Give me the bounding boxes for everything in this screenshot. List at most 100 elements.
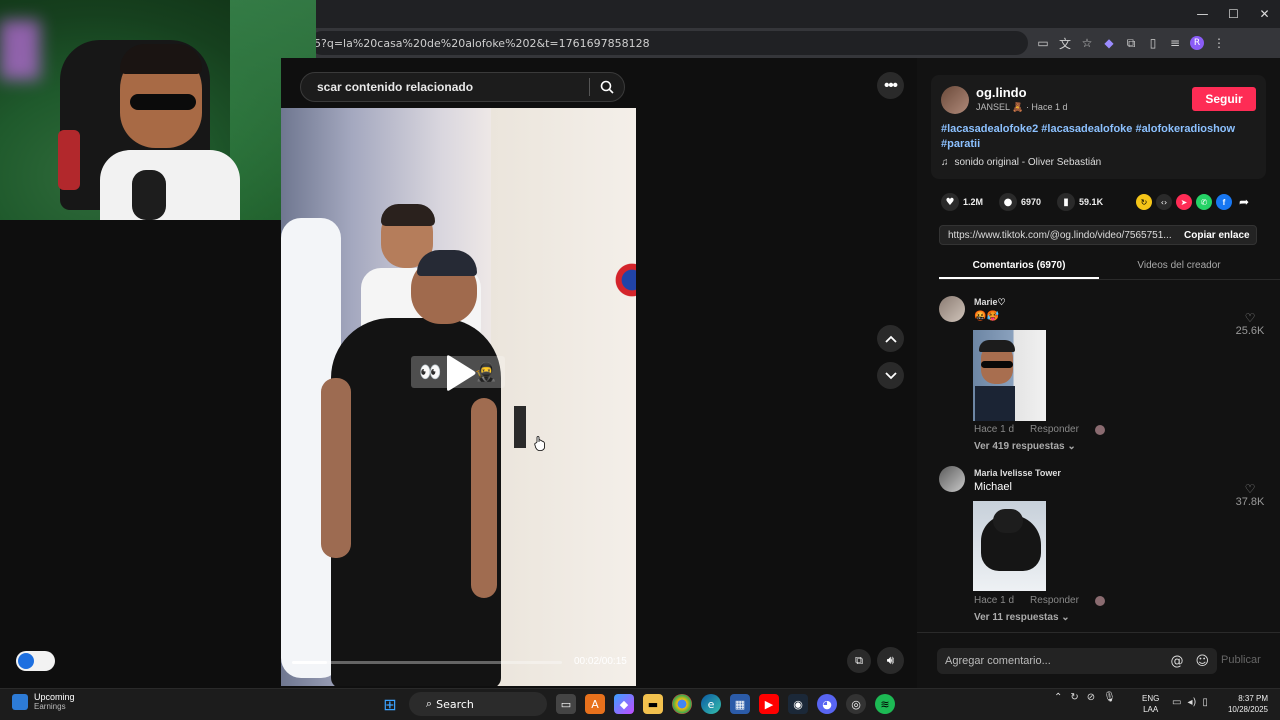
creator-username[interactable]: og.lindo bbox=[976, 85, 1027, 100]
tray-status: ▭ ◂) ▯ bbox=[1172, 697, 1208, 708]
tab-comments[interactable]: Comentarios (6970) bbox=[939, 256, 1099, 279]
video-player[interactable] bbox=[281, 108, 636, 686]
widget-subtitle: Earnings bbox=[34, 702, 66, 711]
miniplayer-icon: ⧉ bbox=[855, 654, 863, 667]
whatsapp-icon[interactable]: ✆ bbox=[1196, 194, 1212, 210]
mic-icon[interactable]: 🎙︎ bbox=[1103, 692, 1116, 703]
send-icon[interactable]: ➤ bbox=[1176, 194, 1192, 210]
maximize-button[interactable]: ☐ bbox=[1218, 0, 1249, 28]
previous-video-button[interactable] bbox=[877, 325, 904, 352]
monitor-icon[interactable]: ▭ bbox=[1036, 36, 1050, 50]
minimize-button[interactable]: — bbox=[1187, 0, 1218, 28]
mention-icon[interactable]: @ bbox=[1170, 654, 1183, 669]
window-controls: — ☐ ✕ bbox=[1187, 0, 1280, 28]
battery-icon[interactable]: ▯ bbox=[1202, 697, 1208, 708]
copilot-icon[interactable]: ◆ bbox=[1102, 36, 1116, 50]
comment-image[interactable] bbox=[973, 501, 1046, 591]
music-note-icon: ♫ bbox=[941, 157, 949, 168]
tab-creator-videos[interactable]: Videos del creador bbox=[1099, 256, 1259, 279]
spotify-icon[interactable]: ≋ bbox=[875, 694, 895, 714]
task-view-icon[interactable]: ▭ bbox=[556, 694, 576, 714]
taskbar-widget[interactable]: Upcoming Earnings bbox=[12, 692, 75, 712]
address-bar[interactable]: 5?q=la%20casa%20de%20alofoke%202&t=17616… bbox=[310, 31, 1028, 55]
image-hair bbox=[979, 340, 1015, 352]
taskbar-search[interactable]: ⌕ Search bbox=[409, 692, 547, 716]
app-icon[interactable]: A bbox=[585, 694, 605, 714]
video-link[interactable]: https://www.tiktok.com/@og.lindo/video/7… bbox=[940, 230, 1172, 241]
publish-button[interactable]: Publicar bbox=[1221, 654, 1261, 666]
commenter-name[interactable]: Marie♡ bbox=[974, 297, 1006, 308]
copy-link-box: https://www.tiktok.com/@og.lindo/video/7… bbox=[939, 225, 1257, 245]
more-options-button[interactable]: ••• bbox=[877, 72, 904, 99]
reply-button[interactable]: Responder bbox=[1030, 424, 1079, 435]
play-icon[interactable] bbox=[443, 354, 477, 397]
commenter-avatar[interactable] bbox=[939, 296, 965, 322]
discord-icon[interactable]: ◕ bbox=[817, 694, 837, 714]
follow-button[interactable]: Seguir bbox=[1192, 87, 1256, 111]
commenter-avatar[interactable] bbox=[939, 466, 965, 492]
volume-button[interactable]: 🔊︎ bbox=[877, 647, 904, 674]
copilot-app-icon[interactable]: ◆ bbox=[614, 694, 634, 714]
progress-track[interactable] bbox=[292, 661, 562, 664]
sync-icon[interactable]: ↻ bbox=[1070, 692, 1078, 703]
lang-top: ENG bbox=[1142, 694, 1160, 703]
creator-avatar[interactable] bbox=[941, 86, 969, 114]
comment-input[interactable]: Agregar comentario... @ ☺ bbox=[937, 648, 1217, 674]
comment-like[interactable]: ♡ 37.8K bbox=[1234, 482, 1266, 508]
chevron-down-icon bbox=[884, 371, 897, 379]
emoji-icon[interactable]: ☺ bbox=[1195, 654, 1209, 669]
next-video-button[interactable] bbox=[877, 362, 904, 389]
windows-start-icon[interactable]: ⊞ bbox=[380, 694, 400, 714]
copy-link-button[interactable]: Copiar enlace bbox=[1172, 230, 1250, 241]
comment-image[interactable] bbox=[973, 330, 1046, 421]
commenter-name[interactable]: Maria Ivelisse Tower bbox=[974, 468, 1061, 478]
video-hashtags[interactable]: #lacasadealofoke2 #lacasadealofoke #alof… bbox=[941, 122, 1241, 152]
youtube-icon[interactable]: ▶ bbox=[759, 694, 779, 714]
network-off-icon[interactable]: ⊘ bbox=[1087, 692, 1095, 703]
embed-icon[interactable]: ‹› bbox=[1156, 194, 1172, 210]
store-icon[interactable]: ▦ bbox=[730, 694, 750, 714]
light-switch bbox=[514, 406, 526, 448]
file-explorer-icon[interactable]: ▬ bbox=[643, 694, 663, 714]
display-icon[interactable]: ▭ bbox=[1172, 697, 1181, 708]
speaker-icon: 🔊︎ bbox=[886, 653, 895, 667]
miniplayer-button[interactable]: ⧉ bbox=[847, 649, 871, 673]
reply-button[interactable]: Responder bbox=[1030, 595, 1079, 606]
engagement-stats: ♥ 1.2M ● 6970 ▮ 59.1K bbox=[941, 193, 1115, 211]
star-icon[interactable]: ☆ bbox=[1080, 36, 1094, 50]
media-icon[interactable]: ≡ bbox=[1168, 36, 1182, 50]
post-date: · Hace 1 d bbox=[1025, 102, 1068, 112]
repost-icon[interactable]: ↻ bbox=[1136, 194, 1152, 210]
widget-text: Upcoming Earnings bbox=[34, 692, 75, 712]
extensions-icon[interactable]: ⧉ bbox=[1124, 36, 1138, 50]
volume-icon[interactable]: ◂) bbox=[1187, 697, 1196, 708]
sound-link[interactable]: ♫ sonido original - Oliver Sebastián bbox=[941, 157, 1101, 168]
related-search-bar[interactable]: scar contenido relacionado bbox=[300, 72, 625, 102]
creator-subtitle: JANSEL 🧸 · Hace 1 d bbox=[976, 102, 1067, 113]
chrome-icon[interactable] bbox=[672, 694, 692, 714]
comment-like[interactable]: ♡ 25.6K bbox=[1234, 311, 1266, 337]
menu-icon[interactable]: ⋮ bbox=[1212, 36, 1226, 50]
close-window-button[interactable]: ✕ bbox=[1249, 0, 1280, 28]
view-replies-button[interactable]: Ver 419 respuestas ⌄ bbox=[974, 441, 1076, 452]
view-replies-button[interactable]: Ver 11 respuestas ⌄ bbox=[974, 612, 1070, 623]
language-indicator[interactable]: ENG LAA bbox=[1142, 693, 1159, 715]
comment-meta: Hace 1 d Responder bbox=[974, 424, 1105, 435]
related-search-text[interactable]: scar contenido relacionado bbox=[317, 80, 589, 94]
steam-icon[interactable]: ◉ bbox=[788, 694, 808, 714]
chevron-up-icon[interactable]: ⌃ bbox=[1054, 692, 1062, 703]
streamer-hair bbox=[120, 44, 202, 74]
profile-icon[interactable]: R bbox=[1190, 36, 1204, 50]
facebook-icon[interactable]: f bbox=[1216, 194, 1232, 210]
translate-icon[interactable]: 文 bbox=[1058, 36, 1072, 51]
edge-icon[interactable]: e bbox=[701, 694, 721, 714]
split-icon[interactable]: ▯ bbox=[1146, 36, 1160, 50]
share-arrow-icon[interactable]: ➦ bbox=[1236, 194, 1252, 210]
obs-icon[interactable]: ◎ bbox=[846, 694, 866, 714]
comment-icon[interactable]: ● bbox=[999, 193, 1018, 211]
taskbar-clock[interactable]: 8:37 PM 10/28/2025 bbox=[1224, 693, 1268, 715]
search-icon[interactable] bbox=[590, 72, 624, 102]
bookmark-icon[interactable]: ▮ bbox=[1057, 193, 1076, 211]
panther-head bbox=[993, 509, 1023, 533]
heart-icon[interactable]: ♥ bbox=[941, 193, 959, 211]
